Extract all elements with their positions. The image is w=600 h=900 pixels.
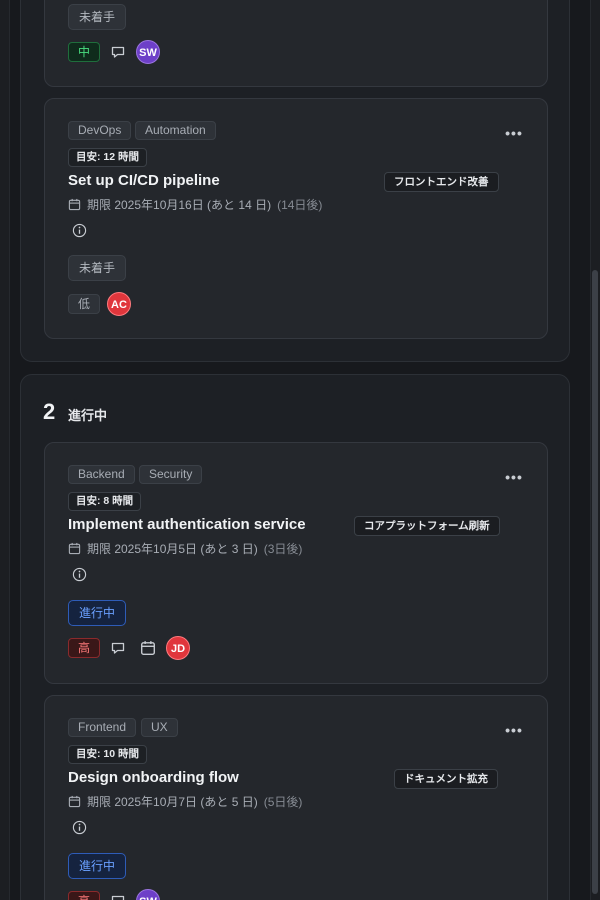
avatar[interactable]: SW <box>136 40 160 64</box>
tag: Security <box>139 465 203 484</box>
calendar-icon <box>68 542 81 555</box>
task-title[interactable]: Design onboarding flow <box>68 769 239 786</box>
task-title[interactable]: Set up CI/CD pipeline <box>68 172 220 189</box>
scrollbar-thumb[interactable] <box>592 270 598 894</box>
task-card[interactable]: Frontend UX ••• 目安: 10 時間 Design onboard… <box>44 695 548 900</box>
task-card[interactable]: DevOps Automation ••• 目安: 12 時間 Set up C… <box>44 98 548 339</box>
comment-icon[interactable] <box>110 893 126 900</box>
task-card-top[interactable]: 未着手 中 SW <box>44 0 548 87</box>
due-date: 期限 2025年10月5日 (あと 3 日) (3日後) <box>68 540 302 557</box>
more-horizontal-icon[interactable]: ••• <box>504 470 524 485</box>
avatar[interactable]: JD <box>166 636 190 660</box>
project-badge[interactable]: フロントエンド改善 <box>384 172 499 192</box>
task-card[interactable]: Backend Security ••• 目安: 8 時間 Implement … <box>44 442 548 684</box>
calendar-icon[interactable] <box>140 640 156 656</box>
due-text: 期限 2025年10月7日 (あと 5 日) <box>87 795 258 809</box>
tag: DevOps <box>68 121 132 140</box>
more-horizontal-icon[interactable]: ••• <box>504 723 524 738</box>
left-gutter <box>0 0 10 900</box>
group-todo: 未着手 中 SW DevOps Automation ••• 目安: 12 時間… <box>20 0 570 362</box>
status-button[interactable]: 進行中 <box>68 853 127 879</box>
due-relative: (3日後) <box>263 542 303 556</box>
group-count: 2 <box>43 399 56 424</box>
due-date: 期限 2025年10月7日 (あと 5 日) (5日後) <box>68 793 302 810</box>
avatar[interactable]: SW <box>136 889 160 900</box>
tag: Frontend <box>68 718 137 737</box>
project-badge[interactable]: コアプラットフォーム刷新 <box>354 516 500 536</box>
due-text: 期限 2025年10月5日 (あと 3 日) <box>87 542 258 556</box>
due-text: 期限 2025年10月16日 (あと 14 日) <box>87 198 272 212</box>
tag: Backend <box>68 465 135 484</box>
more-horizontal-icon[interactable]: ••• <box>504 126 524 141</box>
calendar-icon <box>68 198 81 211</box>
task-title[interactable]: Implement authentication service <box>68 516 306 533</box>
scrollbar[interactable] <box>590 0 600 900</box>
status-button[interactable]: 進行中 <box>68 600 127 626</box>
comment-icon[interactable] <box>110 640 126 656</box>
tag: Automation <box>135 121 216 140</box>
info-icon[interactable] <box>72 567 87 582</box>
priority-badge[interactable]: 高 <box>68 638 101 658</box>
group-in-progress: 2 進行中 Backend Security ••• 目安: 8 時間 Impl… <box>20 374 570 900</box>
due-relative: (14日後) <box>277 198 323 212</box>
project-badge[interactable]: ドキュメント拡充 <box>394 769 498 789</box>
group-label: 進行中 <box>68 408 108 423</box>
info-icon[interactable] <box>72 223 87 238</box>
due-relative: (5日後) <box>263 795 303 809</box>
estimate-badge: 目安: 12 時間 <box>68 148 148 167</box>
due-date: 期限 2025年10月16日 (あと 14 日) (14日後) <box>68 196 322 213</box>
calendar-icon <box>68 795 81 808</box>
tag: UX <box>141 718 178 737</box>
status-button[interactable]: 未着手 <box>68 4 127 30</box>
priority-badge[interactable]: 中 <box>68 42 101 62</box>
avatar[interactable]: AC <box>107 292 131 316</box>
priority-badge[interactable]: 高 <box>68 891 101 900</box>
info-icon[interactable] <box>72 820 87 835</box>
estimate-badge: 目安: 10 時間 <box>68 745 148 764</box>
estimate-badge: 目安: 8 時間 <box>68 492 142 511</box>
priority-badge[interactable]: 低 <box>68 294 101 314</box>
comment-icon[interactable] <box>110 44 126 60</box>
status-button[interactable]: 未着手 <box>68 255 127 281</box>
